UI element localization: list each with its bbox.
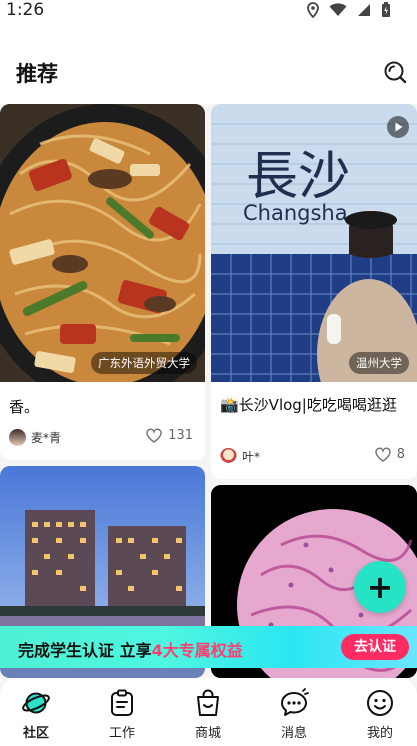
shopping-bag-icon (197, 689, 219, 716)
student-verify-banner[interactable]: 完成学生认证 立享4大专属权益 去认证 (0, 626, 417, 668)
page-title: 推荐 (16, 62, 58, 86)
create-post-button[interactable]: + (354, 561, 406, 613)
station-photo: 長沙 Changsha (211, 104, 417, 382)
tab-label: 社区 (22, 726, 49, 741)
tab-work[interactable]: 工作 (92, 688, 152, 741)
bottom-tab-bar: 社区 工作 商城 消息 我的 (0, 678, 417, 746)
status-icons (307, 2, 391, 18)
planet-icon (22, 692, 50, 714)
header: 推荐 (0, 22, 417, 104)
tab-label: 工作 (108, 726, 135, 741)
status-bar: 1:26 (0, 0, 417, 22)
post-image: 長沙 Changsha 温州大学 (211, 104, 417, 382)
like-button[interactable]: 131 (146, 428, 193, 443)
tab-label: 我的 (366, 726, 393, 741)
clipboard-icon (111, 689, 133, 716)
food-photo (0, 104, 205, 382)
heart-icon (146, 428, 162, 443)
post-author[interactable]: 麦*青 (9, 429, 61, 446)
post-location: 温州大学 (349, 352, 409, 374)
tab-label: 消息 (280, 726, 307, 741)
like-count: 131 (168, 428, 193, 443)
post-author[interactable]: 叶* (220, 448, 260, 465)
location-icon (307, 2, 319, 18)
author-name: 叶* (242, 450, 261, 464)
battery-icon (382, 2, 390, 17)
smiley-icon (367, 690, 393, 716)
post-card[interactable]: 長沙 Changsha 温州大学 📸长沙Vlog|吃吃喝喝逛逛 叶* 8 (211, 104, 417, 479)
post-card[interactable]: 广东外语外贸大学 香。 麦*青 131 (0, 104, 205, 460)
status-time: 1:26 (6, 0, 45, 20)
wifi-icon (329, 3, 347, 16)
like-count: 8 (396, 447, 405, 462)
like-button[interactable]: 8 (374, 447, 405, 462)
banner-text: 完成学生认证 立享4大专属权益 (18, 637, 243, 661)
signal-icon (358, 4, 370, 16)
avatar (220, 448, 237, 465)
sign-text-en: Changsha (243, 201, 348, 225)
author-name: 麦*青 (31, 431, 62, 445)
verify-button[interactable]: 去认证 (341, 634, 409, 660)
tab-community[interactable]: 社区 (6, 688, 66, 741)
heart-icon (374, 447, 391, 462)
tab-label: 商城 (194, 726, 221, 741)
post-location: 广东外语外贸大学 (91, 352, 197, 374)
tab-messages[interactable]: 消息 (264, 688, 324, 741)
tab-shop[interactable]: 商城 (178, 688, 238, 741)
avatar (9, 429, 26, 446)
tab-profile[interactable]: 我的 (350, 688, 410, 741)
search-icon[interactable] (383, 60, 407, 84)
post-title: 📸长沙Vlog|吃吃喝喝逛逛 (220, 396, 397, 414)
post-title: 香。 (9, 398, 40, 416)
sign-text: 長沙 (246, 147, 350, 207)
post-image: 广东外语外贸大学 (0, 104, 205, 382)
banner-text-highlight: 4大专属权益 (151, 641, 243, 660)
banner-text-prefix: 完成学生认证 立享 (18, 641, 152, 660)
chat-bubble-icon (281, 688, 309, 716)
plus-icon: + (366, 568, 394, 606)
play-icon (387, 116, 409, 138)
